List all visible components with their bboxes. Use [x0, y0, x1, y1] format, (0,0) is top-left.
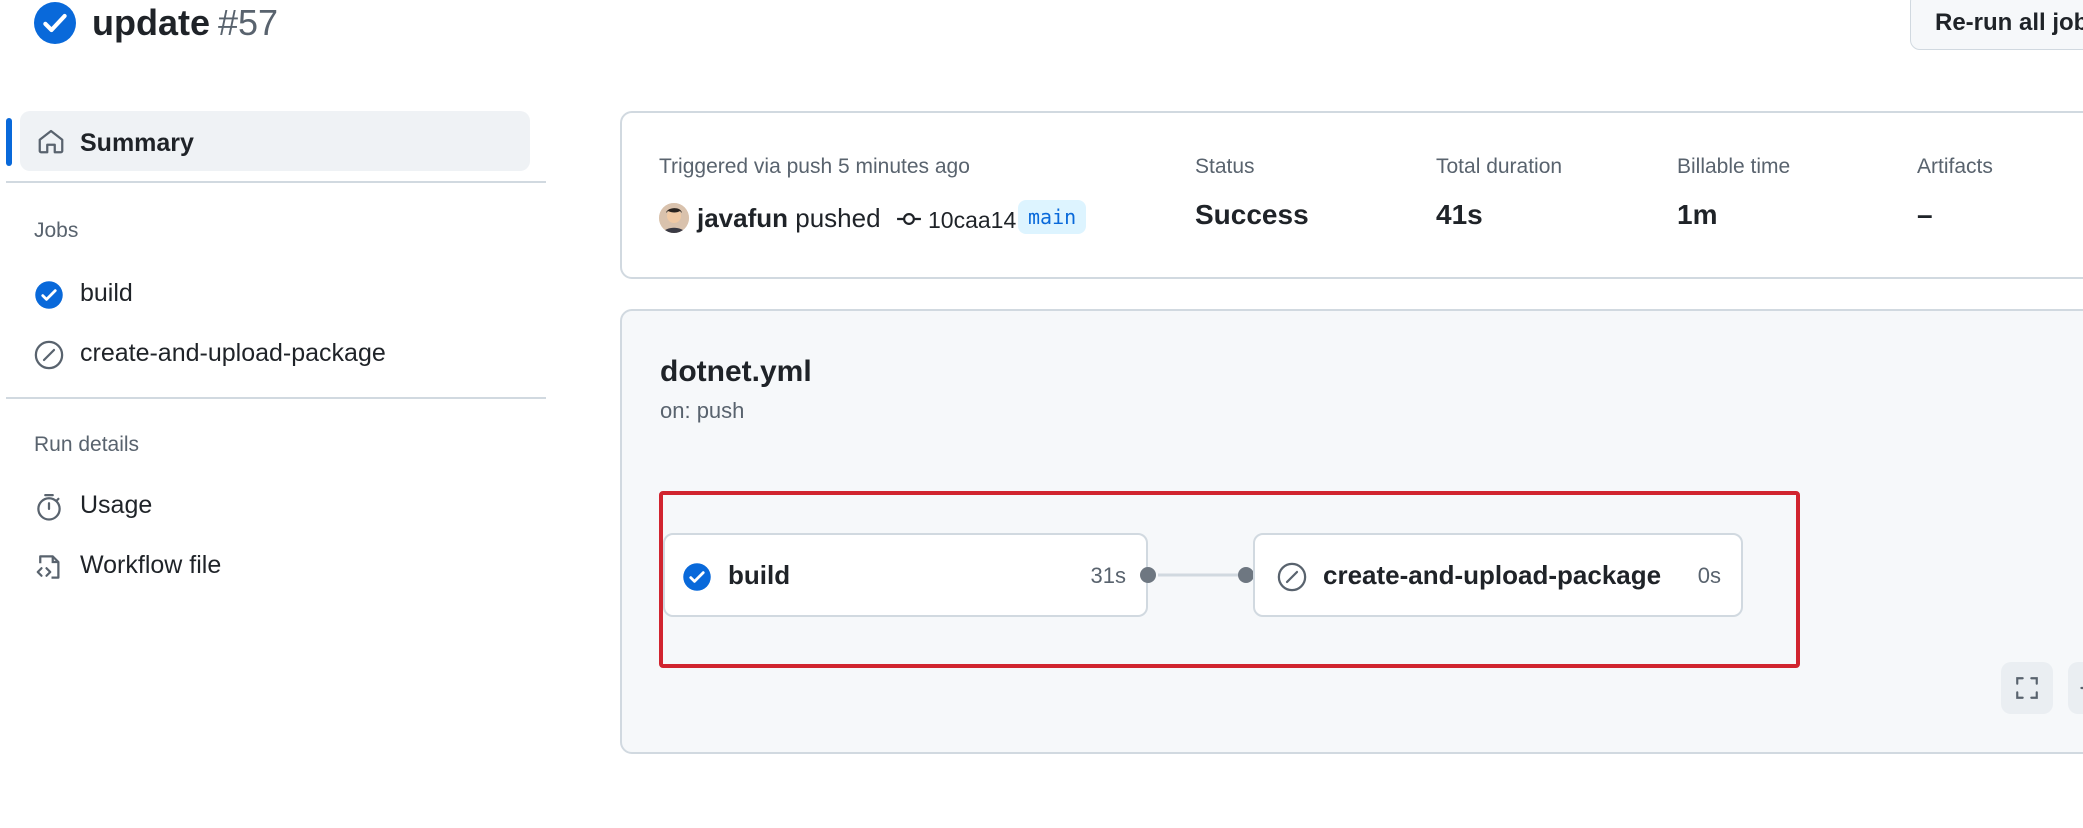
artifacts-value: – [1917, 199, 1933, 230]
skipped-icon [34, 340, 64, 370]
check-circle-fill-icon [35, 281, 63, 309]
artifacts-label: Artifacts [1917, 155, 1993, 178]
status-value: Success [1195, 199, 1309, 230]
branch-badge[interactable]: main [1018, 200, 1087, 234]
home-icon [38, 129, 64, 154]
fullscreen-icon [2016, 677, 2038, 699]
sidebar-divider [6, 181, 546, 183]
trigger-text: Triggered via push 5 minutes ago [659, 155, 970, 178]
git-commit-icon [897, 213, 921, 225]
sidebar-item-build-label: build [80, 279, 133, 307]
jobs-heading: Jobs [34, 219, 79, 242]
sidebar-item-workflow-file[interactable]: Workflow file [34, 550, 534, 584]
highlight-box [659, 491, 1800, 668]
zoom-out-button[interactable] [2068, 662, 2083, 714]
sidebar-item-create-and-upload-package[interactable]: create-and-upload-package [34, 338, 534, 372]
actor-link[interactable]: javafun [697, 203, 788, 233]
billable-time-label: Billable time [1677, 155, 1791, 178]
run-details-heading: Run details [34, 433, 140, 456]
minus-icon [2080, 686, 2083, 690]
sidebar-item-usage-label: Usage [80, 491, 153, 519]
total-duration-label: Total duration [1436, 155, 1563, 178]
sidebar-item-workflow-file-label: Workflow file [80, 551, 222, 579]
billable-time-value: 1m [1677, 199, 1718, 230]
check-circle-fill-icon [34, 2, 76, 44]
page-title: update #57 [92, 0, 278, 46]
sidebar-divider [6, 397, 546, 399]
file-code-icon [36, 555, 60, 579]
status-label: Status [1195, 155, 1255, 178]
actor-text: javafun pushed [697, 202, 881, 234]
rerun-all-jobs-button[interactable]: Re-run all jobs [1910, 0, 2083, 50]
avatar[interactable] [659, 203, 689, 233]
sidebar-item-summary-label: Summary [80, 129, 194, 157]
avatar-image [659, 203, 689, 233]
workflow-trigger: on: push [660, 398, 745, 423]
fullscreen-button[interactable] [2001, 662, 2053, 714]
total-duration-value: 41s [1436, 199, 1483, 230]
stopwatch-icon [37, 494, 61, 521]
commit-sha-link[interactable]: 10caa14 [928, 205, 1016, 235]
run-number: #57 [218, 2, 279, 43]
run-title: update [92, 2, 211, 43]
sidebar-item-create-and-upload-package-label: create-and-upload-package [80, 339, 386, 367]
workflow-file-name[interactable]: dotnet.yml [660, 354, 812, 390]
actor-action: pushed [795, 203, 881, 233]
run-summary-card [620, 111, 2083, 279]
active-indicator [6, 118, 12, 166]
sidebar-item-build[interactable]: build [34, 278, 534, 312]
sidebar-item-usage[interactable]: Usage [34, 490, 534, 524]
